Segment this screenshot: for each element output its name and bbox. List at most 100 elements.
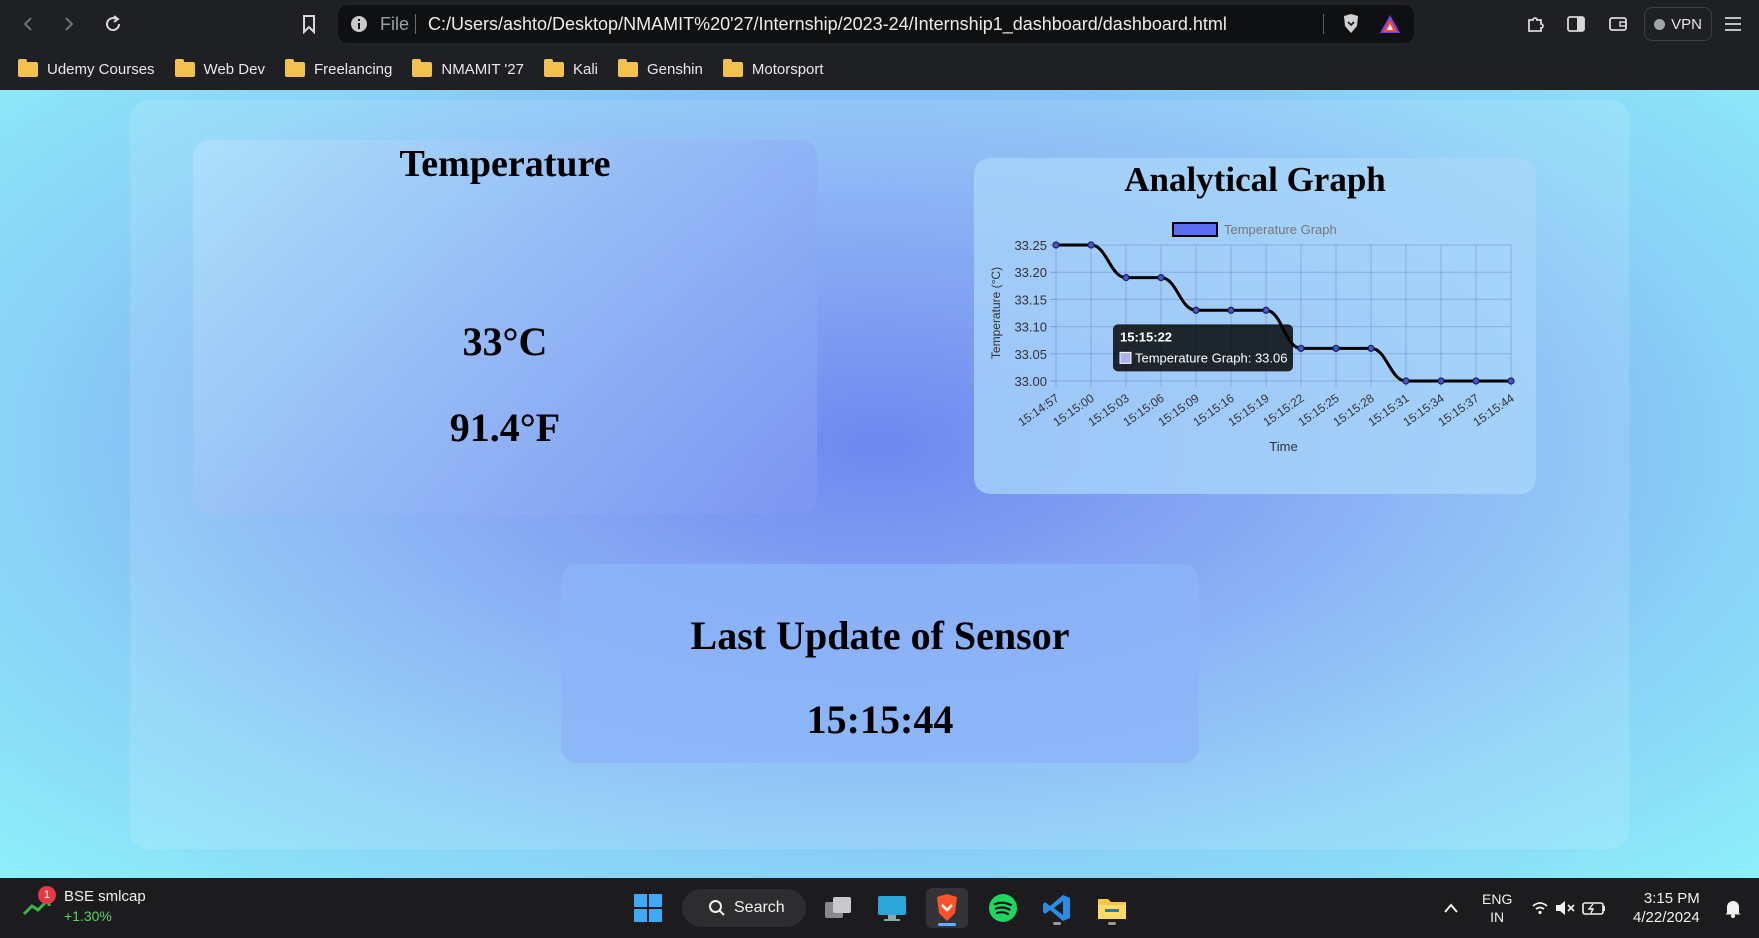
tooltip-swatch <box>1119 351 1132 364</box>
spotify-icon <box>989 894 1017 922</box>
data-point <box>1122 274 1130 282</box>
windows-icon <box>634 894 662 922</box>
last-update-card: Last Update of Sensor 15:15:44 <box>561 564 1199 763</box>
stock-name: BSE smlcap <box>64 888 146 905</box>
task-view-button[interactable] <box>818 888 860 928</box>
data-point <box>1507 377 1515 385</box>
bookmark-folder[interactable]: Udemy Courses <box>18 58 155 78</box>
bookmark-button[interactable] <box>295 10 323 38</box>
bookmark-label: Web Dev <box>203 60 265 78</box>
arrow-left-icon <box>23 17 32 31</box>
data-point <box>1367 344 1375 352</box>
taskbar: 1 BSE smlcap +1.30% Search ENG IN 3:15 P… <box>0 878 1759 938</box>
desktop-app-button[interactable] <box>871 888 913 928</box>
page-viewport: Temperature 33°C 91.4°F Analytical Graph… <box>0 90 1759 878</box>
data-point <box>1192 306 1200 314</box>
vscode-icon <box>1043 895 1070 921</box>
data-point <box>1332 344 1340 352</box>
brave-browser-button[interactable] <box>926 888 968 928</box>
menu-button[interactable] <box>1720 11 1746 37</box>
temperature-card: Temperature 33°C 91.4°F <box>193 140 817 514</box>
folder-icon <box>412 58 433 77</box>
tray-overflow-button[interactable] <box>1430 888 1472 928</box>
data-point <box>1087 241 1095 249</box>
chevron-up-icon <box>1444 903 1458 913</box>
bookmark-icon <box>303 15 315 34</box>
brave-shields-button[interactable] <box>1338 11 1364 37</box>
chart-tooltip: 15:15:22 Temperature Graph: 33.06 <box>1113 324 1293 372</box>
tooltip-title: 15:15:22 <box>1120 329 1172 344</box>
reload-button[interactable] <box>99 10 127 38</box>
system-tray-icons <box>1532 901 1605 915</box>
data-point <box>1052 241 1060 249</box>
y-tick-label: 33.05 <box>1014 347 1047 362</box>
vpn-status-icon <box>1654 18 1666 30</box>
bookmark-folder[interactable]: Motorsport <box>722 58 824 78</box>
bookmark-label: NMAMIT '27 <box>441 60 524 78</box>
bookmark-folder[interactable]: Freelancing <box>284 58 393 78</box>
y-tick-label: 33.20 <box>1014 265 1047 280</box>
search-icon <box>709 900 725 916</box>
bookmarks-bar: Udemy Courses Web Dev Freelancing NMAMIT… <box>0 48 1759 90</box>
monitor-icon <box>878 896 906 921</box>
arrow-right-icon <box>65 17 74 31</box>
wallet-icon <box>1609 17 1627 31</box>
data-point <box>1402 377 1410 385</box>
folder-icon <box>1098 899 1126 919</box>
clock[interactable]: 3:15 PM 4/22/2024 <box>1633 889 1700 927</box>
forward-button[interactable] <box>55 10 83 38</box>
speaker-muted-icon <box>1556 901 1575 915</box>
data-point <box>1297 344 1305 352</box>
bookmark-folder[interactable]: Kali <box>543 58 598 78</box>
vpn-label: VPN <box>1671 15 1702 33</box>
spotify-button[interactable] <box>982 888 1024 928</box>
x-axis-label: Time <box>1269 439 1297 454</box>
brave-rewards-button[interactable] <box>1377 11 1403 37</box>
back-button[interactable] <box>14 10 42 38</box>
y-axis-label: Temperature (°C) <box>989 267 1003 359</box>
bookmark-label: Udemy Courses <box>47 60 155 78</box>
temperature-chart[interactable]: Temperature Graph 33.25 33.20 33.15 33.10 33.… <box>974 158 1536 494</box>
y-tick-label: 33.15 <box>1014 292 1047 307</box>
start-button[interactable] <box>627 888 669 928</box>
vscode-button[interactable] <box>1036 888 1078 928</box>
taskbar-search[interactable]: Search <box>682 889 806 927</box>
sidebar-button[interactable] <box>1563 11 1589 37</box>
data-point <box>1472 377 1480 385</box>
bookmark-folder[interactable]: Genshin <box>617 58 703 78</box>
data-point <box>1437 377 1445 385</box>
quick-settings-button[interactable] <box>1528 888 1610 928</box>
clock-date: 4/22/2024 <box>1633 909 1700 926</box>
clock-time: 3:15 PM <box>1643 890 1700 907</box>
omnibox-url[interactable]: C:/Users/ashto/Desktop/NMAMIT%20'27/Inte… <box>428 14 1227 35</box>
bookmark-folder[interactable]: Web Dev <box>174 58 265 78</box>
folder-icon <box>543 58 564 77</box>
temperature-title: Temperature <box>399 143 611 185</box>
bookmark-label: Motorsport <box>751 60 824 78</box>
bookmark-label: Freelancing <box>313 60 393 78</box>
info-icon[interactable] <box>350 15 368 33</box>
sidebar-icon <box>1567 16 1585 32</box>
temperature-celsius: 33°C <box>462 319 548 364</box>
active-app-indicator <box>938 923 956 926</box>
extensions-button[interactable] <box>1522 11 1548 37</box>
search-label: Search <box>734 899 785 916</box>
file-explorer-button[interactable] <box>1091 888 1133 928</box>
data-point <box>1157 274 1165 282</box>
wallet-button[interactable] <box>1605 11 1631 37</box>
folder-icon <box>18 58 38 77</box>
bookmark-folder[interactable]: NMAMIT '27 <box>412 58 524 78</box>
hamburger-icon <box>1725 17 1741 31</box>
omnibox-scheme: File <box>380 14 410 34</box>
language-indicator[interactable]: ENG IN <box>1482 890 1512 926</box>
address-bar[interactable]: File C:/Users/ashto/Desktop/NMAMIT%20'27… <box>338 5 1414 43</box>
notifications-button[interactable] <box>1712 888 1754 928</box>
task-view-icon <box>825 897 851 918</box>
tooltip-label: Temperature Graph: 33.06 <box>1135 350 1287 365</box>
language-code: ENG <box>1482 891 1513 907</box>
brave-lion-icon <box>937 894 957 921</box>
triangle-icon <box>1380 15 1400 33</box>
vpn-button[interactable]: VPN <box>1644 7 1712 41</box>
last-update-title: Last Update of Sensor <box>690 613 1070 658</box>
reload-icon <box>106 15 121 32</box>
